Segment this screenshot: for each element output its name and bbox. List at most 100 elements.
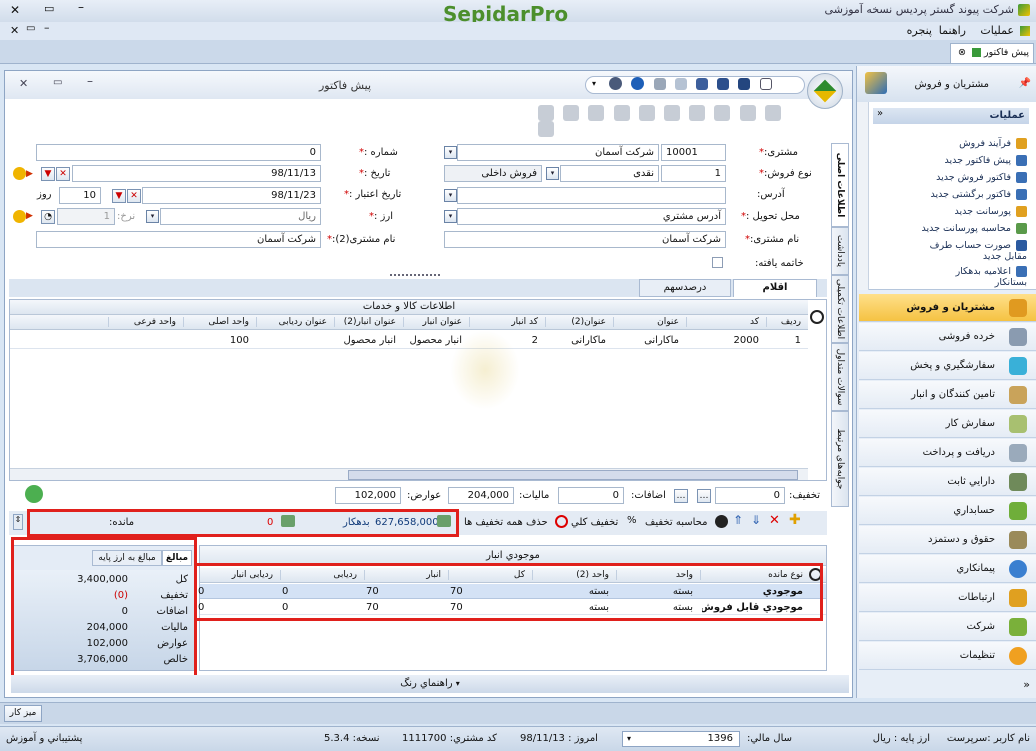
sale-type-name-input[interactable]: نقدی [560, 165, 659, 182]
tool-icon-8[interactable] [714, 105, 731, 121]
nav-module-accounting[interactable]: حسابداري [859, 497, 1036, 525]
tab-main-info[interactable]: اطلاعات اصلی [831, 143, 849, 227]
save-icon[interactable] [738, 77, 751, 90]
sale-type-code-input[interactable]: 1 [661, 165, 726, 182]
form-close-icon[interactable]: ✕ [19, 77, 28, 90]
nav-module-suppliers[interactable]: تامین کنندگان و انبار [859, 381, 1036, 409]
days-input[interactable]: 10 [59, 187, 101, 204]
tool-icon-6[interactable] [663, 105, 680, 121]
op-new-proforma[interactable]: پیش فاکتور جدید [945, 155, 1027, 166]
fiscal-year-select[interactable]: 1396 ▾ [622, 731, 740, 747]
customer-fullname-input[interactable]: شرکت آسمان [444, 231, 726, 248]
op-new-return-invoice[interactable]: فاکتور برگشتی جدید [930, 189, 1027, 200]
tab-related[interactable]: جوابه‌های مرتبط [831, 411, 849, 507]
discount-input[interactable]: 0 [715, 487, 785, 504]
nav-module-payments[interactable]: دریافت و پرداخت [859, 439, 1036, 467]
info-icon[interactable] [631, 77, 645, 90]
duties-input[interactable]: 102,000 [335, 487, 401, 504]
nav-module-contracting[interactable]: پیمانکاري [859, 555, 1036, 583]
mdi-minimize-icon[interactable]: – [44, 21, 50, 34]
date-input[interactable]: 98/11/13 [72, 165, 321, 182]
nav-module-fixed-assets[interactable]: دارایي ثابت [859, 468, 1036, 496]
currency-input[interactable]: ریال [160, 208, 321, 225]
tool-icon-3[interactable] [588, 105, 605, 121]
delivery-dropdown[interactable]: ▾ [444, 210, 457, 223]
nav-module-sales[interactable]: مشتریان و فروش [859, 294, 1036, 322]
op-sales-process[interactable]: فرآیند فروش [959, 138, 1027, 149]
nav-module-company[interactable]: شرکت [859, 613, 1036, 641]
tool-icon-4[interactable] [613, 105, 630, 121]
dropdown-chevron-icon[interactable]: ▾ [592, 79, 600, 89]
discount-more-button[interactable]: … [697, 489, 711, 503]
op-new-commission[interactable]: پورسانت جدید [955, 206, 1027, 217]
menu-operations[interactable]: عملیات [980, 24, 1014, 37]
tool-icon-5[interactable] [638, 105, 655, 121]
ops-collapse-icon[interactable]: » [877, 108, 883, 119]
calendar-filter-icon[interactable]: ▼ [41, 167, 55, 181]
op-new-invoice[interactable]: فاکتور فروش جدید [936, 172, 1027, 183]
save-close-icon[interactable] [717, 77, 730, 90]
additions-input[interactable]: 0 [558, 487, 624, 504]
items-hscroll-thumb[interactable] [348, 470, 798, 480]
nav-module-payroll[interactable]: حقوق و دستمزد [859, 526, 1036, 554]
desktop-button[interactable]: میز کار [4, 705, 42, 722]
customer-code-input[interactable]: 10001 [661, 144, 726, 161]
tool-icon-2[interactable] [563, 105, 580, 121]
sale-type-dropdown[interactable]: ▾ [546, 167, 559, 180]
doc-tab-invoice[interactable]: پیش فاکتور ⊗ [950, 43, 1034, 63]
print-icon[interactable] [653, 77, 666, 90]
action-side-arrow-icon[interactable]: ⇕ [13, 514, 23, 530]
app-minimize-icon[interactable]: – [78, 0, 84, 14]
customer2-input[interactable]: شرکت آسمان [36, 231, 321, 248]
form-minimize-icon[interactable]: – [87, 74, 93, 88]
delivery-input[interactable]: آدرس مشتري [457, 208, 726, 225]
validity-clear-icon[interactable]: ✕ [127, 189, 141, 203]
new-doc-icon[interactable] [759, 77, 772, 90]
rate-refresh-icon[interactable]: ◔ [41, 210, 55, 224]
copy-icon[interactable] [674, 77, 687, 90]
currency-dropdown[interactable]: ▾ [146, 210, 159, 223]
menu-help[interactable]: راهنما [939, 24, 966, 37]
clear-date-icon[interactable]: ✕ [56, 167, 70, 181]
op-calc-commission[interactable]: محاسبه پورسانت جدید [921, 223, 1027, 234]
flag-icon-2[interactable]: ▶ [26, 211, 33, 221]
customer-name-input[interactable]: شرکت آسمان [457, 144, 659, 161]
nav-module-distribution[interactable]: سفارشگیري و پخش [859, 352, 1036, 380]
calc-discount-button[interactable]: محاسبه تخفیف [645, 517, 707, 528]
save-all-icon[interactable] [695, 77, 708, 90]
app-close-icon[interactable]: ✕ [10, 3, 20, 17]
nav-module-settings[interactable]: تنظیمات [859, 642, 1036, 670]
remove-discount-button[interactable]: حذف همه تخفیف ها [464, 517, 548, 528]
move-up-icon[interactable]: ⇑ [733, 513, 743, 527]
doc-tab-close-icon[interactable]: ⊗ [958, 47, 966, 58]
total-discount-button[interactable]: تخفیف کلي [571, 517, 618, 528]
op-new-statement[interactable]: صورت حساب طرف مقابل جدید [927, 240, 1027, 262]
nav-module-retail[interactable]: خرده فروشی [859, 323, 1036, 351]
mdi-close-icon[interactable]: ✕ [10, 24, 19, 37]
nav-pin-icon[interactable]: 📌 [1019, 78, 1031, 89]
nav-module-communications[interactable]: ارتباطات [859, 584, 1036, 612]
tab-items[interactable]: اقلام [733, 279, 817, 297]
customer-dropdown[interactable]: ▾ [444, 146, 457, 159]
mdi-restore-icon[interactable]: ▭ [26, 23, 35, 34]
form-restore-icon[interactable]: ▭ [53, 77, 62, 88]
items-hscroll[interactable] [10, 468, 808, 480]
add-row-icon[interactable] [25, 485, 43, 503]
ended-checkbox[interactable] [712, 257, 723, 268]
validity-filter-icon[interactable]: ▼ [112, 189, 126, 203]
tool-icon-1[interactable] [538, 105, 554, 121]
add-item-icon[interactable]: ✚ [789, 512, 801, 528]
move-down-icon[interactable]: ⇓ [751, 513, 761, 527]
help-circle-icon[interactable] [609, 77, 623, 90]
nav-expand-icon[interactable]: » [1023, 678, 1030, 691]
tab-extra-info[interactable]: اطلاعات تکمیلی [831, 275, 849, 343]
status-support[interactable]: پشتیباني و آموزش [6, 733, 82, 744]
flag-icon[interactable]: ▶ [26, 169, 33, 179]
address-dropdown[interactable]: ▾ [444, 189, 457, 202]
menu-window[interactable]: پنجره [907, 24, 932, 37]
items-grid-search-icon[interactable] [810, 310, 824, 324]
validity-input[interactable]: 98/11/23 [142, 187, 321, 204]
number-input[interactable]: 0 [36, 144, 321, 161]
address-input[interactable] [457, 187, 726, 204]
app-restore-icon[interactable]: ▭ [44, 2, 54, 15]
